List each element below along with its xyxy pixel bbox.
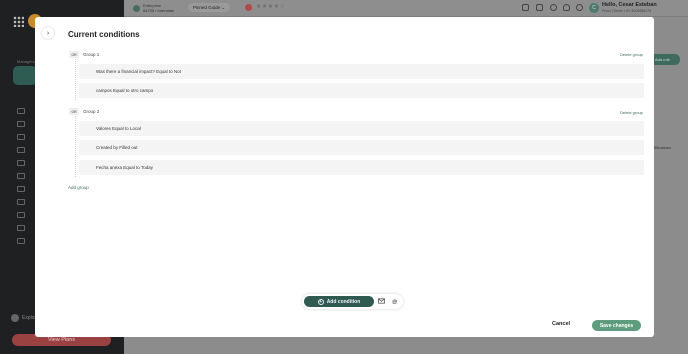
chevron-right-icon: › [46, 29, 50, 37]
org-id: 84795 / Interstate [143, 7, 175, 13]
group-connector [75, 59, 76, 100]
sidebar-item-icon[interactable] [17, 238, 25, 244]
sidebar-item-icon[interactable] [17, 225, 25, 231]
sidebar-item-icon[interactable] [17, 160, 25, 166]
condition-row[interactable]: Was there a financial impact? Equal to N… [79, 64, 644, 79]
sidebar-item-active[interactable] [13, 66, 37, 85]
group-connector [75, 116, 76, 177]
pinned-guide-label: Pinned Guide [192, 5, 221, 10]
sidebar-item-icon[interactable] [17, 121, 25, 127]
group-name: Group 1 [83, 52, 100, 57]
sidebar-item-icon[interactable] [17, 134, 25, 140]
pinned-guide-dropdown[interactable]: Pinned Guide ⌄ [188, 3, 230, 12]
condition-row[interactable]: Created by Filled out [79, 140, 644, 155]
group-operator-badge[interactable]: OR [69, 51, 79, 58]
avatar[interactable]: C [589, 3, 599, 13]
inbox-icon[interactable] [522, 4, 529, 11]
sidebar-item-icon[interactable] [17, 212, 25, 218]
group-name: Group 2 [83, 109, 100, 114]
cancel-button[interactable]: Cancel [552, 321, 570, 327]
condition-text: Created by Filled out [96, 145, 138, 150]
plus-icon: + [317, 298, 324, 305]
condition-text: Fecha anexa Equal to Today [96, 165, 153, 170]
bell-icon[interactable] [563, 4, 570, 11]
group-operator-badge[interactable]: OR [69, 108, 79, 115]
mail-icon[interactable] [378, 298, 385, 304]
add-condition-button[interactable]: + Add condition [304, 296, 374, 307]
sidebar-item-icon[interactable] [17, 186, 25, 192]
sidebar-item-icon[interactable] [17, 108, 25, 114]
condition-text: Valores Equal to Local [96, 126, 141, 131]
condition-text: Was there a financial impact? Equal to N… [96, 69, 181, 74]
apps-grid-icon[interactable] [13, 16, 24, 27]
delete-group-button[interactable]: Delete group [620, 52, 643, 57]
chevron-down-icon: ⌄ [220, 4, 226, 10]
condition-row[interactable]: campos Equal to otro campo [79, 83, 644, 98]
add-rule-label: Add rule [655, 57, 670, 62]
condition-row[interactable]: Fecha anexa Equal to Today [79, 160, 644, 175]
condition-text: campos Equal to otro campo [96, 88, 154, 93]
modal-title: Current conditions [68, 30, 140, 39]
gear-icon[interactable] [576, 4, 583, 11]
add-group-button[interactable]: Add group [68, 185, 89, 190]
collapse-button[interactable]: › [42, 27, 54, 39]
explore-icon[interactable] [11, 314, 19, 322]
delete-group-button[interactable]: Delete group [620, 110, 643, 115]
add-condition-label: Add condition [326, 298, 361, 305]
org-icon [133, 5, 140, 12]
user-subtitle: Pricol | Demo • ID: 8003986174 [602, 9, 652, 13]
users-icon[interactable] [536, 4, 543, 11]
save-changes-button[interactable]: Save changes [592, 320, 641, 331]
help-icon[interactable] [550, 4, 557, 11]
condition-row[interactable]: Valores Equal to Local [79, 121, 644, 136]
sidebar-item-icon[interactable] [17, 173, 25, 179]
org-info[interactable]: Enterprise 84795 / Interstate [143, 3, 175, 13]
rating-stars[interactable]: ★★★★☆ [256, 3, 285, 10]
hand-icon[interactable] [391, 298, 398, 304]
user-greeting[interactable]: Hello, Cesar Esteban [602, 2, 657, 8]
sidebar-item-icon[interactable] [17, 199, 25, 205]
rating-icon[interactable] [245, 4, 252, 11]
sidebar-item-icon[interactable] [17, 147, 25, 153]
